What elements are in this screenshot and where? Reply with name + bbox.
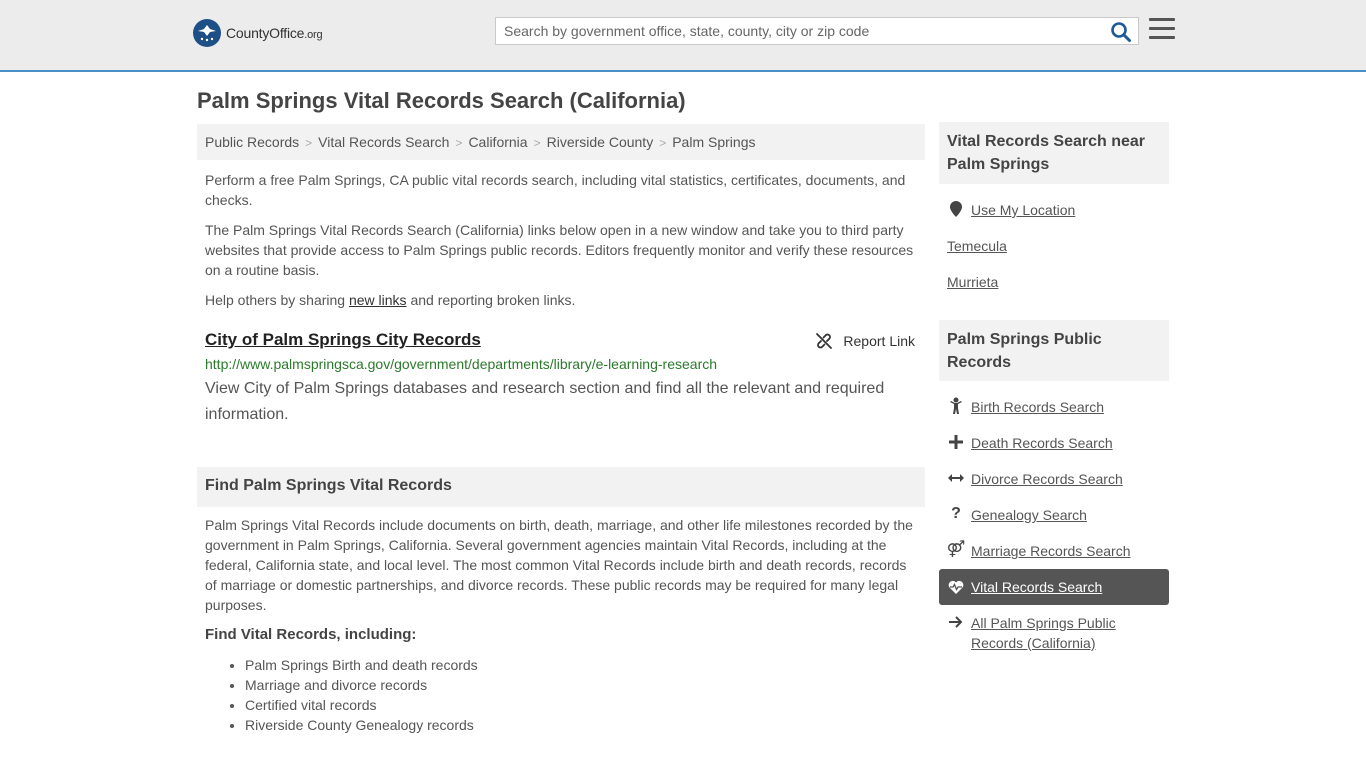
nearby-link-temecula[interactable]: Temecula — [947, 236, 1007, 256]
venus-mars-icon: ⚤ — [946, 541, 966, 558]
find-section-body: Palm Springs Vital Records include docum… — [205, 515, 917, 735]
breadcrumb: Public Records > Vital Records Search > Cali… — [197, 124, 925, 160]
death-records-link[interactable]: Death Records Search — [971, 433, 1113, 453]
list-item: Marriage and divorce records — [245, 675, 917, 695]
use-location-link[interactable]: Use My Location — [971, 200, 1075, 220]
search-icon[interactable] — [1110, 21, 1132, 43]
logo-text: CountyOffice.org — [226, 25, 323, 41]
birth-records-link[interactable]: Birth Records Search — [971, 397, 1104, 417]
hamburger-menu-icon[interactable] — [1149, 18, 1175, 42]
intro-paragraph-1: Perform a free Palm Springs, CA public v… — [205, 172, 906, 208]
listing-url: http://www.palmspringsca.gov/government/… — [205, 356, 718, 372]
use-location-item[interactable]: Use My Location — [939, 200, 1169, 220]
breadcrumb-vital-records-search[interactable]: Vital Records Search — [318, 134, 449, 150]
site-header: CountyOffice.org — [0, 0, 1366, 72]
map-marker-icon — [947, 200, 965, 218]
page-title: Palm Springs Vital Records Search (Calif… — [197, 88, 686, 113]
divorce-records-link[interactable]: Divorce Records Search — [971, 469, 1123, 489]
cross-icon — [947, 433, 965, 451]
marriage-records-link[interactable]: Marriage Records Search — [971, 541, 1131, 561]
find-records-list: Palm Springs Birth and death records Mar… — [205, 655, 917, 735]
search-box — [495, 17, 1139, 45]
genealogy-link[interactable]: Genealogy Search — [971, 505, 1087, 525]
broken-link-icon — [816, 333, 833, 349]
logo-suffix: .org — [304, 29, 323, 41]
breadcrumb-public-records[interactable]: Public Records — [205, 134, 299, 150]
report-link-button[interactable]: Report Link — [815, 332, 915, 350]
breadcrumb-palm-springs[interactable]: Palm Springs — [672, 134, 755, 150]
list-item: Palm Springs Birth and death records — [245, 655, 917, 675]
all-public-records-link[interactable]: All Palm Springs Public Records (Califor… — [971, 613, 1161, 653]
breadcrumb-separator-icon: > — [659, 136, 667, 150]
vital-records-link[interactable]: Vital Records Search — [971, 577, 1102, 597]
sidebar-item-vital-records[interactable]: Vital Records Search — [939, 569, 1169, 605]
list-item: Certified vital records — [245, 695, 917, 715]
heartbeat-icon — [947, 578, 965, 596]
sidebar-item-genealogy[interactable]: ? Genealogy Search — [939, 505, 1169, 525]
search-input[interactable] — [496, 18, 1104, 44]
listing-title-link[interactable]: City of Palm Springs City Records — [205, 330, 481, 349]
breadcrumb-separator-icon: > — [455, 136, 463, 150]
arrows-horizontal-icon — [947, 469, 965, 487]
intro-report-text: and reporting broken links. — [406, 292, 576, 308]
record-listing: City of Palm Springs City Records Report… — [205, 330, 917, 428]
eagle-icon — [193, 19, 221, 47]
sidebar-item-death-records[interactable]: Death Records Search — [939, 433, 1169, 453]
nearby-link-murrieta[interactable]: Murrieta — [947, 272, 998, 292]
nearby-item-murrieta[interactable]: Murrieta — [939, 272, 1169, 292]
arrow-right-icon — [947, 613, 965, 631]
sidebar-item-birth-records[interactable]: Birth Records Search — [939, 397, 1169, 417]
intro-paragraph-3: Help others by sharing new links and rep… — [205, 290, 917, 310]
question-icon: ? — [951, 505, 961, 522]
child-icon — [947, 397, 965, 415]
listing-description: View City of Palm Springs databases and … — [205, 380, 885, 423]
find-section-subheading: Find Vital Records, including: — [205, 626, 417, 643]
intro-paragraph-2: The Palm Springs Vital Records Search (C… — [205, 222, 914, 278]
sidebar-nearby-heading: Vital Records Search near Palm Springs — [939, 122, 1169, 184]
find-section-heading: Find Palm Springs Vital Records — [197, 467, 925, 507]
logo-main: CountyOffice — [226, 25, 305, 41]
breadcrumb-california[interactable]: California — [468, 134, 527, 150]
site-logo[interactable]: CountyOffice.org — [193, 19, 323, 47]
intro-text: Perform a free Palm Springs, CA public v… — [205, 170, 917, 320]
sidebar-item-all-public-records[interactable]: All Palm Springs Public Records (Califor… — [939, 613, 1169, 653]
breadcrumb-separator-icon: > — [533, 136, 541, 150]
intro-share-text: Help others by sharing — [205, 292, 349, 308]
find-section-paragraph: Palm Springs Vital Records include docum… — [205, 517, 913, 613]
sidebar-item-marriage-records[interactable]: ⚤ Marriage Records Search — [939, 541, 1169, 561]
report-link-label: Report Link — [843, 333, 915, 349]
list-item: Riverside County Genealogy records — [245, 715, 917, 735]
sidebar-item-divorce-records[interactable]: Divorce Records Search — [939, 469, 1169, 489]
nearby-item-temecula[interactable]: Temecula — [939, 236, 1169, 256]
sidebar-public-records-heading: Palm Springs Public Records — [939, 320, 1169, 381]
new-links-link[interactable]: new links — [349, 292, 407, 308]
breadcrumb-separator-icon: > — [305, 136, 313, 150]
breadcrumb-riverside-county[interactable]: Riverside County — [547, 134, 654, 150]
